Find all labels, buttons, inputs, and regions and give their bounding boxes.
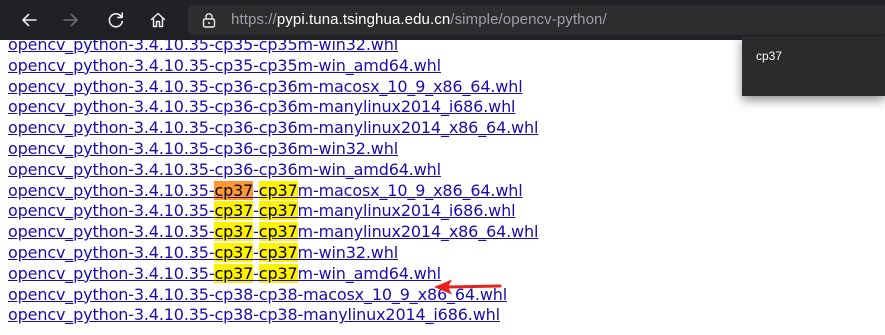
link-text: opencv_python-3.4.10.35- [8,222,215,242]
search-highlight: cp37 [258,243,298,262]
find-in-page-bar: cp37 [742,36,885,96]
link-text: opencv_python-3.4.10.35- [8,201,215,221]
search-highlight: cp37 [214,180,254,200]
file-link[interactable]: opencv_python-3.4.10.35-cp36-cp36m-macos… [8,76,523,97]
file-link[interactable]: opencv_python-3.4.10.35-cp36-cp36m-manyl… [8,96,516,117]
link-text: m-win32.whl [297,243,399,262]
search-highlight: cp37 [258,222,298,242]
reload-icon [108,12,124,28]
file-link[interactable]: opencv_python-3.4.10.35-cp37-cp37m-manyl… [8,221,538,242]
forward-arrow-icon [63,13,78,27]
link-text: - [253,243,259,262]
link-text: opencv_python-3.4.10.35-cp35-cp35m-win_a… [8,55,441,75]
link-text: m-win_amd64.whl [297,263,442,283]
url-text: https://pypi.tuna.tsinghua.edu.cn/simple… [231,5,607,35]
home-button[interactable] [143,5,173,35]
link-text: opencv_python-3.4.10.35- [8,243,215,262]
link-text: opencv_python-3.4.10.35- [8,263,215,283]
link-text: m-manylinux2014_x86_64.whl [297,222,539,242]
back-button[interactable] [14,5,44,35]
link-text: opencv_python-3.4.10.35-cp36-cp36m-win_a… [8,159,441,179]
file-link[interactable]: opencv_python-3.4.10.35-cp37-cp37m-macos… [8,180,523,201]
file-link[interactable]: opencv_python-3.4.10.35-cp35-cp35m-win32… [8,40,398,55]
link-text: opencv_python-3.4.10.35-cp35-cp35m-win32… [8,40,398,54]
file-link[interactable]: opencv_python-3.4.10.35-cp38-cp38-manyli… [8,304,500,325]
back-arrow-icon [22,13,37,27]
search-highlight: cp37 [258,263,298,283]
url-host: pypi.tuna.tsinghua.edu.cn [276,11,451,28]
url-path: /simple/opencv-python/ [450,11,607,28]
search-highlight: cp37 [258,180,298,200]
find-input[interactable]: cp37 [756,49,782,63]
browser-toolbar: https://pypi.tuna.tsinghua.edu.cn/simple… [0,0,885,40]
search-highlight: cp37 [214,263,254,283]
link-text: - [253,263,259,283]
file-link[interactable]: opencv_python-3.4.10.35-cp37-cp37m-win32… [8,242,398,263]
link-text: opencv_python-3.4.10.35- [8,180,215,200]
search-highlight: cp37 [258,201,298,221]
file-link[interactable]: opencv_python-3.4.10.35-cp35-cp35m-win_a… [8,55,441,76]
link-text: opencv_python-3.4.10.35-cp36-cp36m-macos… [8,76,523,96]
link-text: opencv_python-3.4.10.35-cp36-cp36m-manyl… [8,118,539,138]
reload-button[interactable] [101,5,131,35]
home-icon [150,12,166,28]
search-highlight: cp37 [214,201,254,221]
link-text: m-macosx_10_9_x86_64.whl [297,180,523,200]
red-arrow-annotation [434,279,502,295]
address-bar[interactable]: https://pypi.tuna.tsinghua.edu.cn/simple… [188,5,885,35]
search-highlight: cp37 [214,222,254,242]
file-link[interactable]: opencv_python-3.4.10.35-cp37-cp37m-manyl… [8,200,516,221]
link-text: - [253,201,259,221]
forward-button[interactable] [56,5,86,35]
link-text: opencv_python-3.4.10.35-cp36-cp36m-manyl… [8,97,516,117]
url-scheme: https:// [231,11,277,28]
file-link[interactable]: opencv_python-3.4.10.35-cp36-cp36m-manyl… [8,117,538,138]
file-link[interactable]: opencv_python-3.4.10.35-cp36-cp36m-win_a… [8,159,441,180]
search-highlight: cp37 [214,243,254,262]
lock-icon [202,13,216,28]
link-text: opencv_python-3.4.10.35-cp38-cp38-manyli… [8,305,500,325]
link-text: - [253,180,259,200]
file-link[interactable]: opencv_python-3.4.10.35-cp37-cp37m-win_a… [8,263,441,284]
file-link[interactable]: opencv_python-3.4.10.35-cp36-cp36m-win32… [8,138,398,159]
link-text: - [253,222,259,242]
link-text: m-manylinux2014_i686.whl [297,201,516,221]
link-text: opencv_python-3.4.10.35-cp36-cp36m-win32… [8,139,398,158]
